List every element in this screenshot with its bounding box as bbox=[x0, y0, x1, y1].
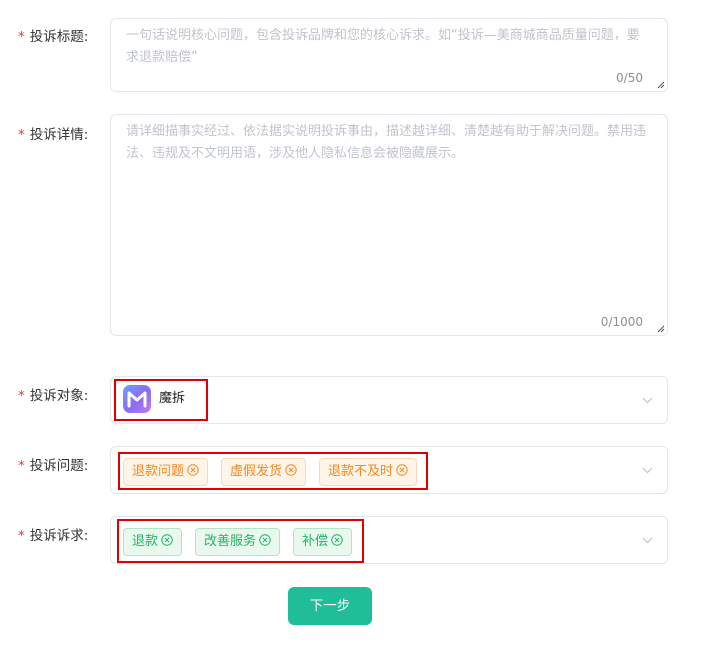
detail-label-text: 投诉详情: bbox=[29, 127, 89, 143]
title-label: * 投诉标题: bbox=[18, 28, 88, 46]
resize-grip-icon[interactable] bbox=[657, 81, 665, 89]
detail-label: * 投诉详情: bbox=[18, 126, 88, 144]
detail-textarea[interactable]: 请详细描事实经过、依法据实说明投诉事由，描述越详细、清楚越有助于解决问题。禁用违… bbox=[110, 114, 668, 336]
issue-row: * 投诉问题: 退款问题 虚假发货 退款不及时 bbox=[0, 446, 716, 494]
chevron-down-icon[interactable] bbox=[642, 537, 653, 544]
chevron-down-icon[interactable] bbox=[642, 467, 653, 474]
next-step-button[interactable]: 下一步 bbox=[288, 587, 372, 625]
required-mark: * bbox=[18, 458, 25, 474]
detail-placeholder: 请详细描事实经过、依法据实说明投诉事由，描述越详细、清楚越有助于解决问题。禁用违… bbox=[126, 124, 647, 161]
demand-highlight-box bbox=[117, 519, 364, 563]
target-row: * 投诉对象: 魔拆 bbox=[0, 376, 716, 424]
title-placeholder: 一句话说明核心问题，包含投诉品牌和您的核心诉求。如“投诉—美商城商品质量问题，要… bbox=[126, 28, 640, 65]
title-char-counter: 0/50 bbox=[616, 71, 643, 85]
demand-row: * 投诉诉求: 退款 改善服务 补偿 bbox=[0, 516, 716, 564]
required-mark: * bbox=[18, 127, 25, 143]
detail-char-counter: 0/1000 bbox=[600, 315, 643, 329]
chevron-down-icon[interactable] bbox=[642, 397, 653, 404]
demand-label-text: 投诉诉求: bbox=[29, 528, 89, 544]
issue-label-text: 投诉问题: bbox=[29, 458, 89, 474]
resize-grip-icon[interactable] bbox=[657, 325, 665, 333]
required-mark: * bbox=[18, 528, 25, 544]
target-highlight-box bbox=[114, 379, 208, 421]
target-label: * 投诉对象: bbox=[18, 387, 88, 405]
title-label-text: 投诉标题: bbox=[29, 29, 89, 45]
required-mark: * bbox=[18, 29, 25, 45]
target-label-text: 投诉对象: bbox=[29, 388, 89, 404]
required-mark: * bbox=[18, 388, 25, 404]
detail-row: * 投诉详情: 请详细描事实经过、依法据实说明投诉事由，描述越详细、清楚越有助于解… bbox=[0, 114, 716, 336]
demand-label: * 投诉诉求: bbox=[18, 527, 88, 545]
title-textarea[interactable]: 一句话说明核心问题，包含投诉品牌和您的核心诉求。如“投诉—美商城商品质量问题，要… bbox=[110, 18, 668, 92]
title-row: * 投诉标题: 一句话说明核心问题，包含投诉品牌和您的核心诉求。如“投诉—美商城商… bbox=[0, 18, 716, 92]
issue-label: * 投诉问题: bbox=[18, 457, 88, 475]
issue-highlight-box bbox=[118, 452, 428, 490]
